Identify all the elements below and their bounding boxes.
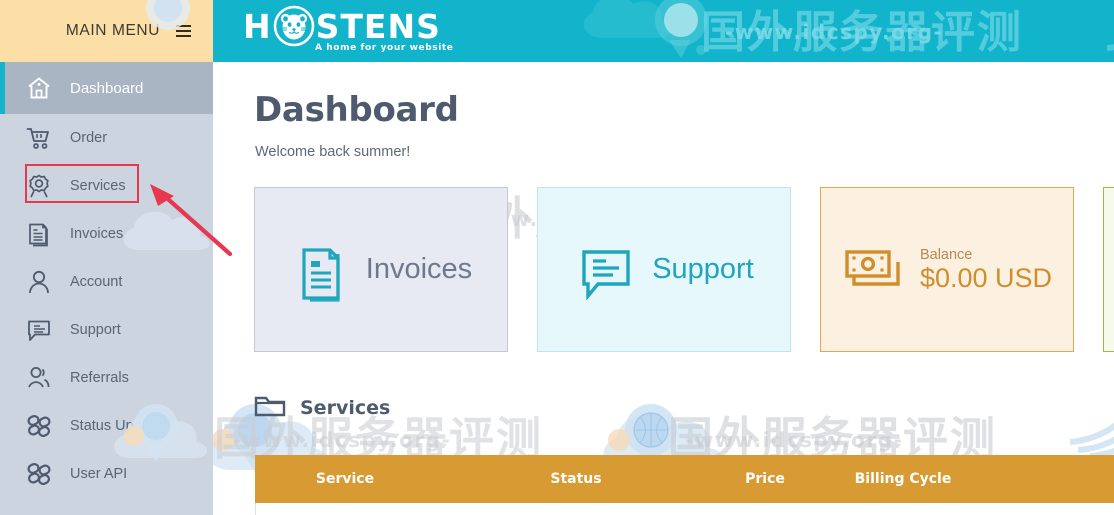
sidebar: MAIN MENU Dashboard Order Services Invoi… — [0, 0, 213, 515]
sidebar-item-user-api-label: User API — [70, 466, 128, 482]
user-icon — [26, 269, 52, 295]
sidebar-item-invoices-label: Invoices — [70, 226, 124, 242]
speech-bubble-icon — [574, 240, 636, 300]
sidebar-header: MAIN MENU — [0, 0, 213, 62]
watermark-swoosh-main-bottom — [1068, 400, 1114, 461]
watermark-blob-header — [569, 0, 809, 62]
col-header-service[interactable]: Service — [255, 471, 435, 487]
sidebar-item-services[interactable]: Services — [0, 162, 213, 210]
main-content: 国外服务器评测 -www.idcspy.org- 国外服务器评测 -www.id… — [213, 62, 1114, 515]
sidebar-item-status-updates[interactable]: Status Updates — [0, 402, 213, 450]
main-menu-title: MAIN MENU — [65, 22, 160, 39]
col-header-status[interactable]: Status — [435, 471, 717, 487]
sidebar-item-account-label: Account — [70, 274, 123, 290]
invoice-document-icon — [290, 238, 350, 302]
card-support-label: Support — [652, 253, 754, 286]
link-icon — [26, 413, 52, 439]
sidebar-item-services-label: Services — [70, 178, 126, 194]
sidebar-item-invoices[interactable]: Invoices — [0, 210, 213, 258]
sidebar-item-dashboard-label: Dashboard — [70, 79, 144, 97]
services-table-body — [255, 503, 1114, 515]
services-table: Service Status Price Billing Cycle — [255, 455, 1114, 515]
sidebar-item-support-label: Support — [70, 322, 121, 338]
sidebar-item-referrals[interactable]: Referrals — [0, 354, 213, 402]
logo-tagline: A home for your website — [315, 43, 454, 53]
sidebar-item-dashboard[interactable]: Dashboard — [0, 62, 213, 114]
home-icon — [26, 75, 52, 101]
cart-icon — [26, 125, 52, 151]
watermark-url-main-bottom-right: -www.idcspy.org- — [685, 428, 904, 452]
sidebar-item-order[interactable]: Order — [0, 114, 213, 162]
sidebar-item-referrals-label: Referrals — [70, 370, 129, 386]
screenshot-root: 国外服务器评测 -www.idcspy.org- H STENS A home … — [0, 0, 1114, 515]
card-balance-label: Balance — [919, 246, 973, 263]
card-balance[interactable]: Balance $0.00 USD — [820, 187, 1074, 352]
page-title: Dashboard — [254, 90, 459, 130]
services-table-header-row: Service Status Price Billing Cycle — [255, 455, 1114, 503]
logo-text-right: STENS — [315, 6, 441, 46]
card-support[interactable]: Support — [537, 187, 791, 352]
card-invoices-label: Invoices — [365, 253, 473, 286]
sidebar-item-status-updates-label: Status Updates — [70, 418, 170, 434]
link-icon — [26, 461, 52, 487]
document-icon — [26, 221, 52, 247]
sidebar-item-account[interactable]: Account — [0, 258, 213, 306]
gear-icon — [26, 173, 52, 199]
watermark-url-main-bottom-left: -www.idcspy.org- — [233, 428, 452, 452]
card-invoices[interactable]: Invoices — [254, 187, 508, 352]
sidebar-item-user-api[interactable]: User API — [0, 450, 213, 498]
watermark-cn-header: 国外服务器评测 — [701, 7, 1023, 58]
card-balance-amount: $0.00 USD — [919, 262, 1053, 293]
hamster-logo-icon — [273, 5, 315, 47]
welcome-message: Welcome back summer! — [255, 144, 411, 160]
col-header-price[interactable]: Price — [717, 471, 813, 487]
services-section-heading: Services — [254, 392, 390, 423]
logo-text-left: H — [243, 6, 272, 46]
watermark-url-header: -www.idcspy.org- — [725, 20, 944, 44]
chat-icon — [26, 317, 52, 343]
sidebar-item-support[interactable]: Support — [0, 306, 213, 354]
users-icon — [26, 365, 52, 391]
sidebar-item-order-label: Order — [70, 130, 108, 146]
watermark-swoosh-header — [1105, 6, 1114, 62]
site-header: 国外服务器评测 -www.idcspy.org- H STENS A home … — [213, 0, 1114, 62]
col-header-billing-cycle[interactable]: Billing Cycle — [813, 471, 993, 487]
services-heading-label: Services — [300, 396, 391, 419]
folder-icon — [254, 392, 286, 423]
hamburger-icon[interactable] — [176, 24, 191, 38]
banknote-icon — [842, 242, 904, 298]
brand-logo[interactable]: H STENS A home for your website — [243, 5, 454, 53]
card-extra-partial[interactable] — [1103, 187, 1114, 352]
